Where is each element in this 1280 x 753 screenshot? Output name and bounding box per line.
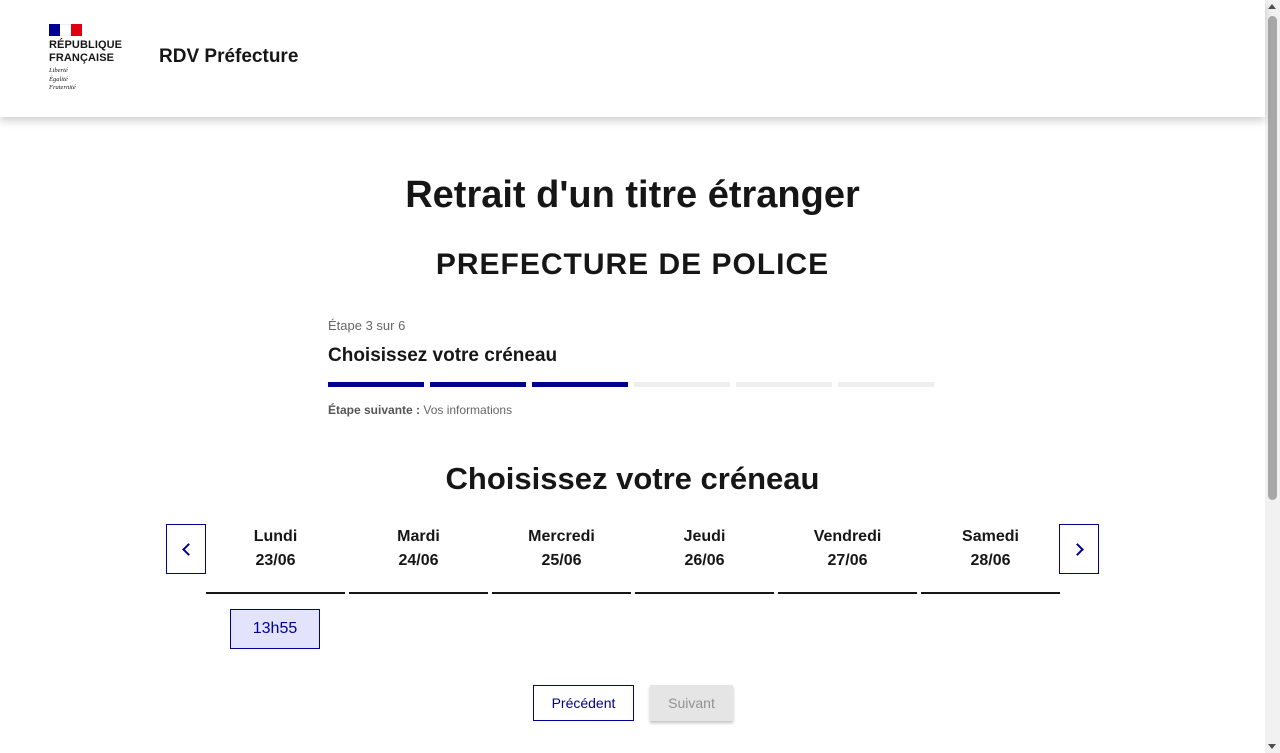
previous-button[interactable]: Précédent (533, 685, 634, 721)
day-name: Jeudi (683, 528, 726, 545)
day-columns: Lundi 23/06 Mardi 24/06 Mercredi 25/06 Jeudi 26… (206, 524, 1060, 594)
day-name: Vendredi (813, 528, 882, 545)
day-date: 23/06 (255, 552, 296, 569)
day-column-mardi: Mardi 24/06 (349, 524, 488, 594)
chevron-right-icon (1070, 542, 1084, 556)
republique-francaise-logo[interactable]: RÉPUBLIQUE FRANÇAISE Liberté Égalité Fra… (49, 24, 139, 93)
previous-week-button[interactable] (166, 524, 206, 574)
day-column-jeudi: Jeudi 26/06 (635, 524, 774, 594)
scrollbar-thumb[interactable] (1268, 16, 1277, 500)
stepper: Étape 3 sur 6 Choisissez votre créneau É… (328, 318, 938, 417)
logo-name: RÉPUBLIQUE FRANÇAISE (49, 39, 123, 64)
step-next: Étape suivante : Vos informations (328, 403, 938, 417)
step-bar-3 (532, 382, 628, 387)
day-date: 25/06 (541, 552, 582, 569)
day-name: Samedi (962, 528, 1019, 545)
site-header: RÉPUBLIQUE FRANÇAISE Liberté Égalité Fra… (0, 0, 1265, 117)
next-button[interactable]: Suivant (650, 685, 733, 721)
day-column-vendredi: Vendredi 27/06 (778, 524, 917, 594)
scroll-down-icon[interactable] (1268, 744, 1276, 749)
day-date: 28/06 (970, 552, 1011, 569)
day-column-samedi: Samedi 28/06 (921, 524, 1060, 594)
step-state: Étape 3 sur 6 (328, 318, 406, 333)
step-bar-2 (430, 382, 526, 387)
scrollbar[interactable] (1265, 0, 1280, 753)
logo-motto: Liberté Égalité Fraternité (49, 67, 76, 91)
section-title: Choisissez votre créneau (445, 461, 820, 496)
prefecture-title: PREFECTURE DE POLICE (435, 248, 830, 281)
day-date: 24/06 (398, 552, 439, 569)
day-name: Mardi (397, 528, 440, 545)
step-bar-6 (838, 382, 934, 387)
next-week-button[interactable] (1059, 524, 1099, 574)
day-date: 27/06 (827, 552, 868, 569)
scroll-up-icon[interactable] (1268, 4, 1276, 9)
service-title[interactable]: RDV Préfecture (159, 46, 298, 68)
chevron-left-icon (181, 542, 195, 556)
day-name: Lundi (253, 528, 298, 545)
time-slot-button[interactable]: 13h55 (230, 609, 320, 649)
step-next-label: Étape suivante : (328, 403, 421, 417)
step-title: Choisissez votre créneau (328, 345, 558, 366)
page-title: Retrait d'un titre étranger (405, 174, 860, 216)
step-bar-1 (328, 382, 424, 387)
day-name: Mercredi (528, 528, 595, 545)
step-bar-5 (736, 382, 832, 387)
step-progress (328, 382, 938, 387)
step-next-value: Vos informations (420, 403, 513, 417)
day-date: 26/06 (684, 552, 725, 569)
step-bar-4 (634, 382, 730, 387)
day-column-lundi: Lundi 23/06 (206, 524, 345, 594)
day-column-mercredi: Mercredi 25/06 (492, 524, 631, 594)
french-flag-icon (49, 24, 82, 36)
